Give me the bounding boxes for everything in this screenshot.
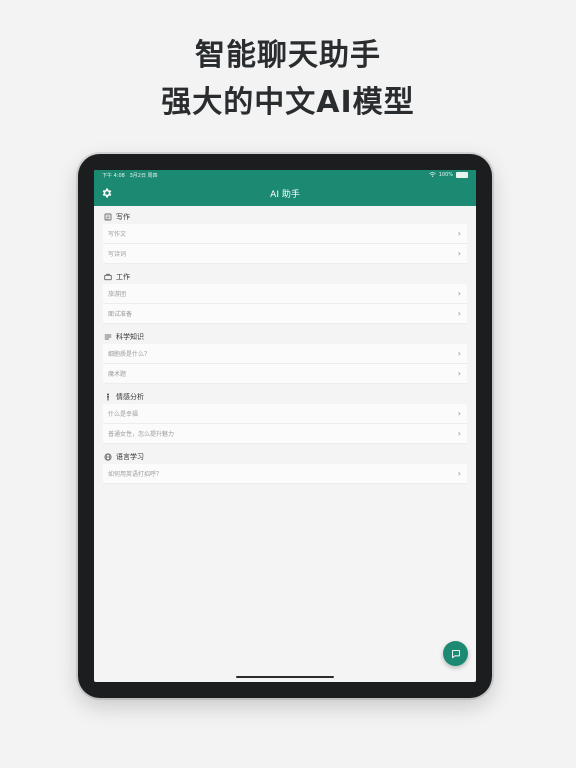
battery-icon bbox=[456, 172, 468, 178]
section-header: 科学知识 bbox=[103, 330, 467, 344]
home-indicator bbox=[236, 676, 334, 678]
section-title: 写作 bbox=[116, 213, 130, 221]
section-header: 语言学习 bbox=[103, 450, 467, 464]
list-item[interactable]: 旅游团 › bbox=[103, 284, 467, 304]
globe-icon bbox=[104, 453, 112, 461]
section-header: 情感分析 bbox=[103, 390, 467, 404]
section-title: 语言学习 bbox=[116, 453, 144, 461]
section-header: 写作 bbox=[103, 210, 467, 224]
new-chat-button[interactable] bbox=[443, 641, 468, 666]
section-science: 科学知识 细胞质是什么？ › 魔术题 › bbox=[103, 330, 467, 384]
briefcase-icon bbox=[104, 273, 112, 281]
list-item[interactable]: 如何用英语打招呼？ › bbox=[103, 464, 467, 484]
section-language: 语言学习 如何用英语打招呼？ › bbox=[103, 450, 467, 484]
list-item-label: 魔术题 bbox=[108, 371, 127, 378]
person-icon bbox=[107, 393, 109, 401]
section-work: 工作 旅游团 › 面试准备 › bbox=[103, 270, 467, 324]
lines-icon bbox=[104, 334, 112, 340]
status-date: 3月2日 周四 bbox=[129, 172, 158, 179]
section-title: 情感分析 bbox=[116, 393, 144, 401]
status-left: 下午 4:08 3月2日 周四 bbox=[102, 172, 158, 179]
app-screen: 下午 4:08 3月2日 周四 100% AI 助手 写作 写作文 › 写诗词 … bbox=[94, 170, 476, 682]
battery-percent: 100% bbox=[438, 172, 453, 178]
app-bar: AI 助手 bbox=[94, 180, 476, 206]
chat-icon bbox=[451, 649, 460, 658]
chevron-right-icon: › bbox=[457, 309, 461, 318]
headline-subtitle: 强大的中文AI模型 bbox=[161, 85, 415, 120]
list-item[interactable]: 什么是幸福 › bbox=[103, 404, 467, 424]
app-title: AI 助手 bbox=[270, 189, 300, 200]
list-item-label: 旅游团 bbox=[108, 291, 127, 298]
list-item[interactable]: 魔术题 › bbox=[103, 364, 467, 384]
list-item[interactable]: 细胞质是什么？ › bbox=[103, 344, 467, 364]
list-item-label: 什么是幸福 bbox=[108, 411, 139, 418]
chevron-right-icon: › bbox=[457, 349, 461, 358]
document-icon bbox=[104, 213, 112, 221]
section-header: 工作 bbox=[103, 270, 467, 284]
tablet-frame: 下午 4:08 3月2日 周四 100% AI 助手 写作 写作文 › 写诗词 … bbox=[78, 154, 492, 698]
list-item[interactable]: 面试准备 › bbox=[103, 304, 467, 324]
list-item-label: 面试准备 bbox=[108, 311, 133, 318]
chevron-right-icon: › bbox=[457, 469, 461, 478]
list-item-label: 写诗词 bbox=[108, 251, 127, 258]
wifi-icon bbox=[428, 171, 436, 179]
list-item-label: 细胞质是什么？ bbox=[108, 351, 151, 358]
list-item[interactable]: 写诗词 › bbox=[103, 244, 467, 264]
chevron-right-icon: › bbox=[457, 409, 461, 418]
list-item[interactable]: 普通女性，怎么提升魅力 › bbox=[103, 424, 467, 444]
list-item-label: 写作文 bbox=[108, 231, 127, 238]
chevron-right-icon: › bbox=[457, 249, 461, 258]
section-title: 工作 bbox=[116, 273, 130, 281]
status-time: 下午 4:08 bbox=[102, 172, 125, 179]
category-list: 写作 写作文 › 写诗词 › 工作 旅游团 › 面试准备 › 科学知识 细胞质是什么？ › bbox=[94, 206, 476, 484]
chevron-right-icon: › bbox=[457, 229, 461, 238]
list-item-label: 如何用英语打招呼？ bbox=[108, 471, 163, 478]
status-right: 100% bbox=[428, 171, 468, 179]
section-title: 科学知识 bbox=[116, 333, 144, 341]
gear-icon[interactable] bbox=[101, 187, 113, 199]
section-writing: 写作 写作文 › 写诗词 › bbox=[103, 210, 467, 264]
headline-title: 智能聊天助手 bbox=[195, 38, 381, 73]
section-emotion: 情感分析 什么是幸福 › 普通女性，怎么提升魅力 › bbox=[103, 390, 467, 444]
chevron-right-icon: › bbox=[457, 369, 461, 378]
status-bar: 下午 4:08 3月2日 周四 100% bbox=[94, 170, 476, 180]
chevron-right-icon: › bbox=[457, 429, 461, 438]
list-item[interactable]: 写作文 › bbox=[103, 224, 467, 244]
chevron-right-icon: › bbox=[457, 289, 461, 298]
list-item-label: 普通女性，怎么提升魅力 bbox=[108, 431, 175, 438]
